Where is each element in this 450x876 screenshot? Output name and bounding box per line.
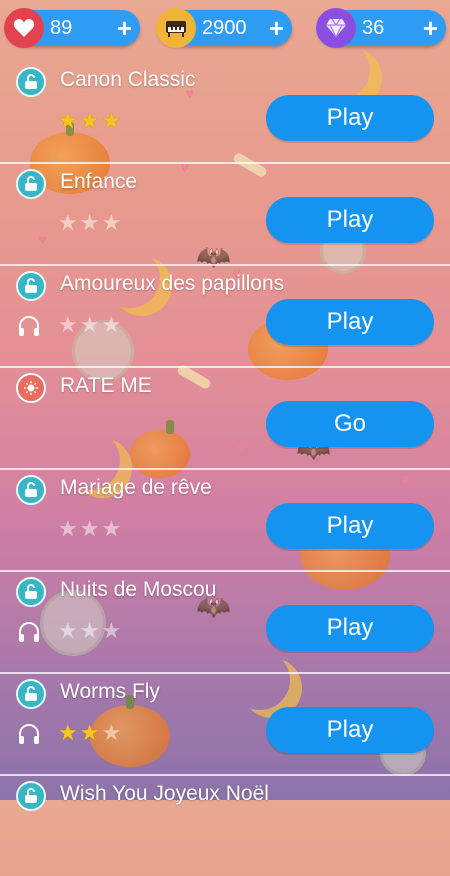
star-icon: ★ bbox=[101, 618, 122, 643]
gems-value: 36 bbox=[362, 17, 385, 39]
star-rating: ★ ★ ★ bbox=[58, 722, 121, 744]
lives-counter[interactable]: 89 + bbox=[4, 8, 140, 48]
go-button[interactable]: Go bbox=[266, 401, 434, 447]
song-row: Canon Classic ★ ★ ★ Play bbox=[0, 62, 450, 164]
star-icon: ★ bbox=[79, 312, 100, 337]
star-rating: ★ ★ ★ bbox=[58, 212, 121, 234]
song-row: Enfance ★ ★ ★ Play bbox=[0, 164, 450, 266]
headphones-icon bbox=[19, 724, 39, 744]
unlocked-icon bbox=[16, 781, 46, 811]
song-title: Nuits de Moscou bbox=[60, 578, 217, 601]
star-icon: ★ bbox=[79, 516, 100, 541]
sun-icon bbox=[16, 373, 46, 403]
headphones-icon bbox=[19, 622, 39, 642]
play-button[interactable]: Play bbox=[266, 707, 434, 753]
star-rating: ★ ★ ★ bbox=[58, 314, 121, 336]
star-icon: ★ bbox=[58, 618, 78, 643]
song-row: Mariage de rêve ★ ★ ★ Play bbox=[0, 470, 450, 572]
song-title: Amoureux des papillons bbox=[60, 272, 285, 295]
play-button[interactable]: Play bbox=[266, 95, 434, 141]
star-icon: ★ bbox=[58, 516, 78, 541]
song-title: Mariage de rêve bbox=[60, 476, 212, 499]
star-icon: ★ bbox=[58, 720, 78, 745]
star-icon: ★ bbox=[101, 312, 122, 337]
play-button[interactable]: Play bbox=[266, 197, 434, 243]
unlocked-icon bbox=[16, 679, 46, 709]
star-icon: ★ bbox=[79, 618, 100, 643]
star-icon: ★ bbox=[58, 210, 78, 235]
heart-icon bbox=[4, 8, 44, 48]
gems-counter[interactable]: 36 + bbox=[316, 8, 446, 48]
star-icon: ★ bbox=[101, 108, 122, 133]
add-lives-button[interactable]: + bbox=[117, 13, 132, 44]
unlocked-icon bbox=[16, 577, 46, 607]
song-title: Enfance bbox=[60, 170, 138, 193]
star-rating: ★ ★ ★ bbox=[58, 110, 121, 132]
add-coins-button[interactable]: + bbox=[269, 13, 284, 44]
play-button[interactable]: Play bbox=[266, 503, 434, 549]
coins-value: 2900 bbox=[202, 17, 247, 39]
headphones-icon bbox=[19, 316, 39, 336]
song-title: Wish You Joyeux Noël bbox=[60, 782, 269, 805]
song-row: Nuits de Moscou ★ ★ ★ Play bbox=[0, 572, 450, 674]
song-row: Worms Fly ★ ★ ★ Play bbox=[0, 674, 450, 776]
star-icon: ★ bbox=[58, 108, 78, 133]
rate-me-row: RATE ME Go bbox=[0, 368, 450, 470]
song-title: Worms Fly bbox=[60, 680, 160, 703]
star-rating: ★ ★ ★ bbox=[58, 620, 121, 642]
play-button[interactable]: Play bbox=[266, 605, 434, 651]
star-rating: ★ ★ ★ bbox=[58, 518, 121, 540]
song-row: Wish You Joyeux Noël bbox=[0, 776, 450, 876]
coins-counter[interactable]: 2900 + bbox=[156, 8, 292, 48]
star-icon: ★ bbox=[101, 210, 122, 235]
diamond-icon bbox=[316, 8, 356, 48]
song-title: Canon Classic bbox=[60, 68, 196, 91]
star-icon: ★ bbox=[58, 312, 78, 337]
star-icon: ★ bbox=[79, 720, 100, 745]
add-gems-button[interactable]: + bbox=[423, 13, 438, 44]
star-icon: ★ bbox=[79, 210, 100, 235]
song-row: Amoureux des papillons ★ ★ ★ Play bbox=[0, 266, 450, 368]
star-icon: ★ bbox=[79, 108, 100, 133]
piano-icon bbox=[156, 8, 196, 48]
unlocked-icon bbox=[16, 271, 46, 301]
unlocked-icon bbox=[16, 169, 46, 199]
unlocked-icon bbox=[16, 67, 46, 97]
play-button[interactable]: Play bbox=[266, 299, 434, 345]
rate-me-label: RATE ME bbox=[60, 374, 152, 397]
star-icon: ★ bbox=[101, 516, 122, 541]
song-list: Canon Classic ★ ★ ★ Play Enfance ★ ★ ★ Play … bbox=[0, 62, 450, 876]
resource-bar: 89 + 2900 + 36 + bbox=[0, 0, 450, 58]
unlocked-icon bbox=[16, 475, 46, 505]
lives-value: 89 bbox=[50, 17, 73, 39]
star-icon: ★ bbox=[101, 720, 122, 745]
